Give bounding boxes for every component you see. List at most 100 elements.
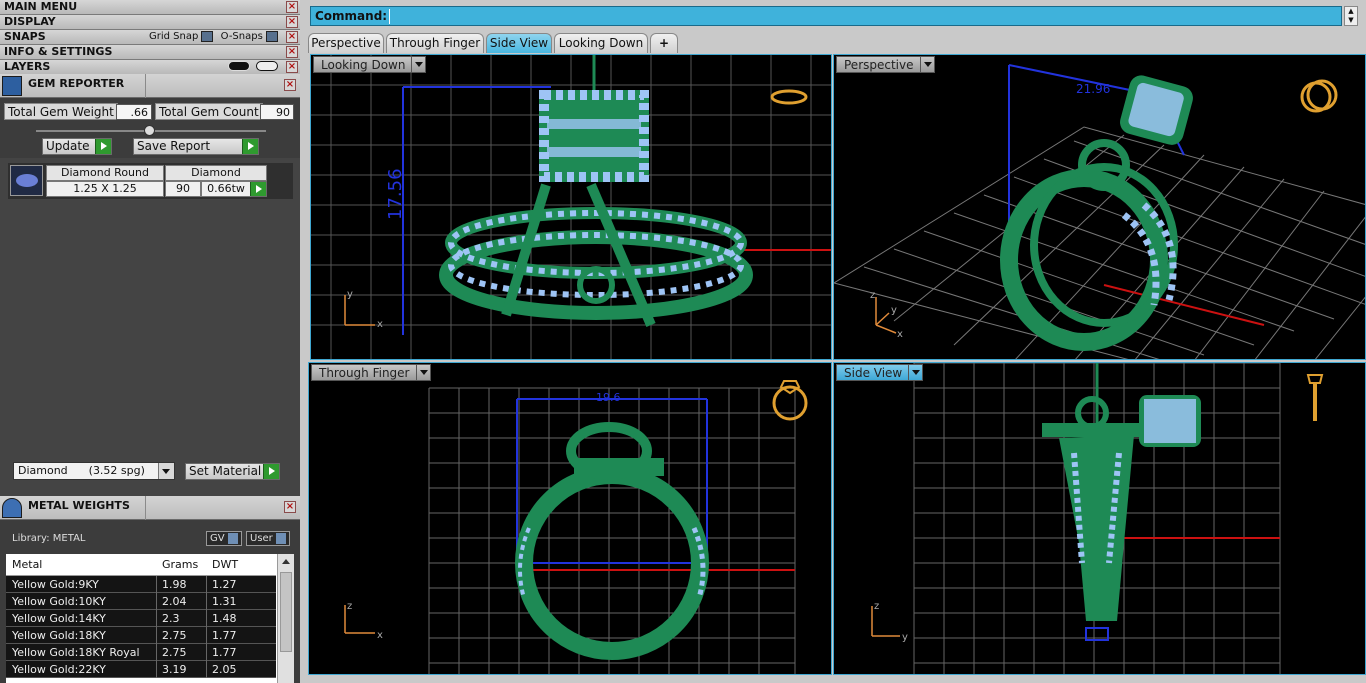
table-header: Metal Grams DWT — [6, 554, 276, 576]
table-row[interactable]: Yellow Gold:9KY 1.98 1.27 — [6, 576, 276, 593]
material-select-value: Diamond (3.52 spg) — [18, 464, 145, 477]
col-grams-header[interactable]: Grams — [162, 558, 198, 571]
scrollbar-thumb[interactable] — [280, 572, 292, 652]
menu-info-label: INFO & SETTINGS — [4, 45, 113, 58]
perspective-dimension: 21.96 — [1076, 82, 1110, 96]
gem-reporter-title: GEM REPORTER — [28, 77, 125, 90]
side-view-canvas: z y — [871, 363, 1324, 674]
close-icon[interactable]: × — [284, 501, 296, 513]
table-scrollbar[interactable] — [277, 554, 294, 683]
col-dwt-header[interactable]: DWT — [212, 558, 238, 571]
gem-size-slider[interactable] — [36, 125, 266, 136]
metal-weights-table: Metal Grams DWT Yellow Gold:9KY 1.98 1.2… — [6, 554, 294, 683]
menu-display[interactable]: DISPLAY × — [0, 15, 300, 30]
menu-display-label: DISPLAY — [4, 15, 56, 28]
grid-snap-toggle-icon[interactable] — [201, 30, 214, 42]
user-toggle[interactable]: User — [246, 531, 290, 546]
viewport-label-looking-down[interactable]: Looking Down — [313, 56, 427, 73]
menu-snaps[interactable]: SNAPS Grid Snap O-Snaps × — [0, 30, 300, 45]
chevron-down-icon — [158, 463, 174, 479]
update-button[interactable]: Update — [42, 138, 112, 155]
grams-cell: 1.98 — [156, 576, 187, 593]
gem-table: Diamond Round Diamond 1.25 X 1.25 90 0.6… — [8, 163, 293, 199]
dwt-cell: 1.77 — [206, 627, 237, 644]
eye-icon[interactable] — [256, 61, 278, 71]
tab-looking-down[interactable]: Looking Down — [554, 33, 648, 53]
metal-cell: Yellow Gold:9KY — [12, 578, 99, 591]
menu-info-settings[interactable]: INFO & SETTINGS × — [0, 45, 300, 60]
o-snaps-label[interactable]: O-Snaps — [221, 31, 263, 42]
close-icon[interactable]: × — [286, 46, 298, 58]
gv-toggle[interactable]: GV — [206, 531, 242, 546]
material-select[interactable]: Diamond (3.52 spg) — [13, 462, 175, 480]
close-icon[interactable]: × — [286, 61, 298, 73]
viewport-looking-down[interactable]: 17.56 y x Looking Down — [310, 54, 832, 360]
menu-main-label: MAIN MENU — [4, 0, 78, 13]
perspective-canvas: 21.96 z x y — [834, 64, 1365, 359]
metal-cell: Yellow Gold:22KY — [12, 663, 106, 676]
tab-side-view[interactable]: Side View — [486, 33, 552, 53]
grid-snap-label[interactable]: Grid Snap — [149, 31, 198, 42]
left-panel: MAIN MENU × DISPLAY × SNAPS Grid Snap O-… — [0, 0, 300, 683]
command-bar[interactable]: Command: — [310, 6, 1342, 26]
close-icon[interactable]: × — [286, 31, 298, 43]
o-snaps-toggle-icon[interactable] — [266, 30, 278, 42]
dwt-cell: 1.31 — [206, 593, 237, 610]
viewport-label-perspective[interactable]: Perspective — [836, 56, 935, 73]
dwt-cell: 2.05 — [206, 661, 237, 678]
total-gem-count-label: Total Gem Count — [155, 103, 263, 120]
table-row[interactable]: Yellow Gold:18KY Royal 2.75 1.77 — [6, 644, 276, 661]
viewport-through-finger[interactable]: 19.6 z x Through Finger — [308, 362, 832, 675]
close-icon[interactable]: × — [286, 16, 298, 28]
gem-weight-cell: 0.66tw — [201, 181, 251, 197]
looking-down-canvas: 17.56 y x — [311, 55, 831, 359]
svg-text:x: x — [377, 630, 383, 641]
metal-weights-title: METAL WEIGHTS — [28, 499, 130, 512]
gem-shape-header: Diamond Round — [46, 165, 164, 181]
grams-cell: 2.75 — [156, 644, 187, 661]
viewport-side-view[interactable]: z y Side View — [833, 362, 1366, 675]
table-row[interactable]: Yellow Gold:10KY 2.04 1.31 — [6, 593, 276, 610]
gem-material-header: Diamond — [165, 165, 267, 181]
viewport-label-through-finger[interactable]: Through Finger — [311, 364, 431, 381]
menu-main[interactable]: MAIN MENU × — [0, 0, 300, 15]
svg-text:z: z — [870, 290, 875, 301]
chevron-down-icon — [919, 57, 934, 72]
command-input[interactable] — [389, 9, 390, 24]
snap-controls: Grid Snap O-Snaps — [145, 30, 278, 44]
viewport-label-text: Through Finger — [319, 366, 410, 380]
table-row[interactable]: Yellow Gold:14KY 2.3 1.48 — [6, 610, 276, 627]
gem-row-action-button[interactable] — [250, 181, 267, 197]
chevron-down-icon — [415, 365, 430, 380]
play-icon — [242, 139, 258, 154]
gem-reporter-icon — [2, 76, 22, 96]
workspace: Command: ▲ ▼ Perspective Through Finger S… — [300, 0, 1366, 683]
menu-layers[interactable]: LAYERS × — [0, 60, 300, 75]
table-row[interactable]: Yellow Gold:22KY 3.19 2.05 — [6, 661, 276, 678]
svg-text:x: x — [897, 329, 903, 340]
metal-library-label: Library: METAL — [12, 533, 86, 544]
grams-cell: 2.75 — [156, 627, 187, 644]
command-scroll[interactable]: ▲ ▼ — [1344, 6, 1358, 26]
save-report-button[interactable]: Save Report — [133, 138, 259, 155]
close-icon[interactable]: × — [284, 79, 296, 91]
set-material-button[interactable]: Set Material — [185, 463, 280, 480]
add-tab-button[interactable]: + — [650, 33, 678, 53]
svg-text:y: y — [902, 632, 908, 643]
viewport-perspective[interactable]: 21.96 z x y Perspective — [833, 54, 1366, 360]
table-row[interactable]: Yellow Gold:18KY 2.75 1.77 — [6, 627, 276, 644]
metal-weights-panel: METAL WEIGHTS × Library: METAL GV User M… — [0, 496, 300, 683]
save-report-label: Save Report — [137, 139, 211, 153]
slider-knob[interactable] — [144, 125, 155, 136]
col-metal-header[interactable]: Metal — [12, 558, 42, 571]
metal-weights-header: METAL WEIGHTS × — [0, 496, 300, 520]
through-finger-canvas: 19.6 z x — [344, 380, 808, 674]
layer-lock-icon[interactable] — [227, 61, 250, 71]
tab-through-finger[interactable]: Through Finger — [386, 33, 484, 53]
viewport-label-side-view[interactable]: Side View — [836, 364, 924, 381]
gem-size-cell: 1.25 X 1.25 — [46, 181, 164, 197]
grams-cell: 3.19 — [156, 661, 187, 678]
close-icon[interactable]: × — [286, 1, 298, 13]
play-icon — [95, 139, 111, 154]
tab-perspective[interactable]: Perspective — [308, 33, 384, 53]
